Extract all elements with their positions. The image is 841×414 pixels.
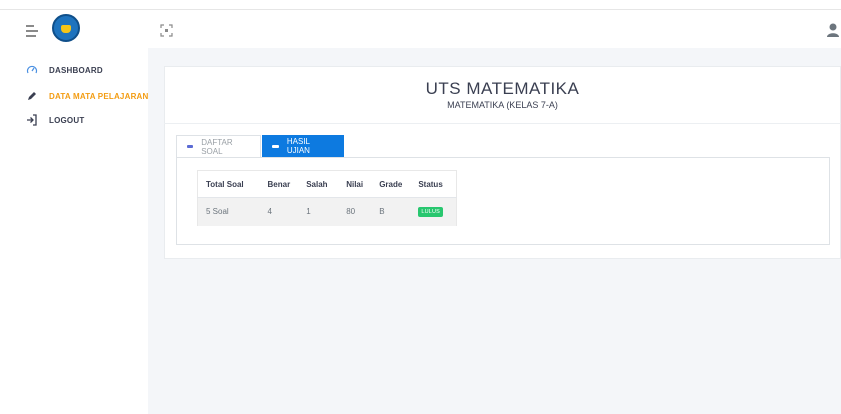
cell-salah: 1 <box>298 197 339 226</box>
list-icon <box>272 144 279 148</box>
table-header-row: Total Soal Benar Salah Nilai Grade Statu… <box>197 170 457 198</box>
tab-label: DAFTAR SOAL <box>201 137 233 156</box>
fullscreen-icon[interactable] <box>160 24 173 37</box>
tab-label: HASIL UJIAN <box>286 137 310 155</box>
tab-daftar-soal[interactable]: DAFTAR SOAL <box>176 135 261 157</box>
tab-hasil-ujian[interactable]: HASIL UJIAN <box>262 135 344 157</box>
logo-icon <box>52 14 80 42</box>
table-row: 5 Soal 4 1 80 B LULUS <box>197 197 457 226</box>
pencil-icon <box>26 90 38 102</box>
cell-benar: 4 <box>259 197 299 226</box>
logout-icon <box>26 114 38 126</box>
header-total-soal: Total Soal <box>197 170 260 198</box>
cell-grade: B <box>371 197 411 226</box>
header-nilai: Nilai <box>338 170 372 198</box>
page-subtitle: MATEMATIKA (KELAS 7-A) <box>447 100 558 110</box>
sidebar-item-label: DASHBOARD <box>49 65 103 75</box>
gauge-icon <box>26 64 38 76</box>
sidebar-item-dashboard[interactable]: DASHBOARD <box>26 63 103 77</box>
sidebar-item-logout[interactable]: LOGOUT <box>26 113 84 127</box>
cell-total-soal: 5 Soal <box>197 197 260 226</box>
sidebar-item-label: LOGOUT <box>49 115 85 125</box>
header-grade: Grade <box>371 170 411 198</box>
header-salah: Salah <box>298 170 339 198</box>
list-icon <box>187 145 194 148</box>
results-table: Total Soal Benar Salah Nilai Grade Statu… <box>197 170 457 226</box>
cell-nilai: 80 <box>338 197 372 226</box>
cell-status: LULUS <box>410 197 457 226</box>
sidebar-item-label: DATA MATA PELAJARAN <box>49 91 149 101</box>
menu-toggle-icon[interactable] <box>26 24 38 38</box>
status-badge: LULUS <box>418 207 444 218</box>
page-title: UTS MATEMATIKA <box>425 79 580 98</box>
sidebar-item-data-mata-pelajaran[interactable]: DATA MATA PELAJARAN <box>26 89 149 103</box>
top-header <box>148 10 841 48</box>
user-icon[interactable] <box>826 22 840 38</box>
header-benar: Benar <box>259 170 299 198</box>
header-status: Status <box>410 170 457 198</box>
card-divider <box>164 123 841 124</box>
